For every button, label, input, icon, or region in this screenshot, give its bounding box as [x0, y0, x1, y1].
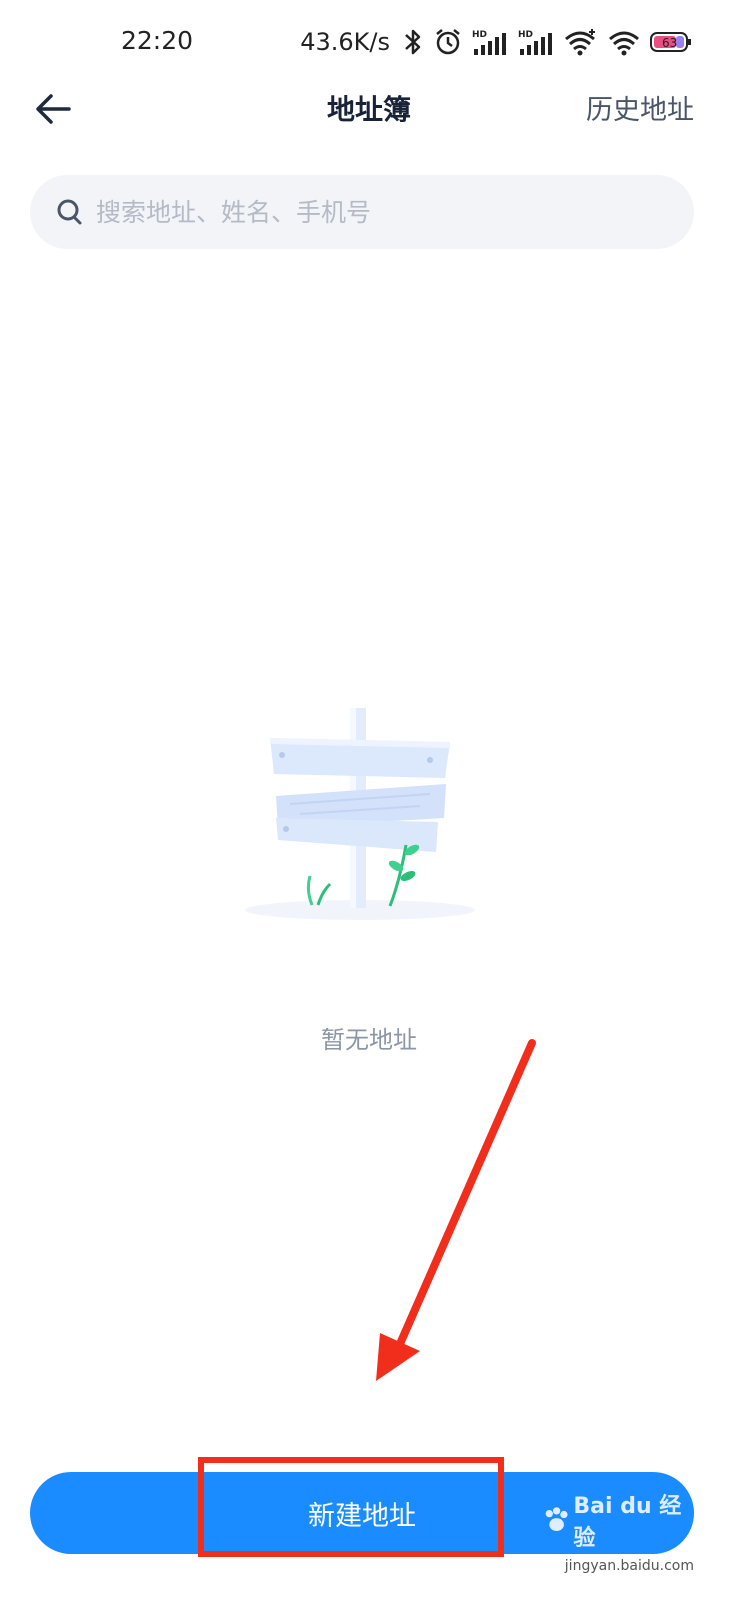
battery-icon: 63	[650, 32, 691, 52]
bluetooth-icon	[405, 29, 421, 55]
alarm-icon	[436, 29, 460, 55]
status-time: 22:20	[121, 26, 194, 55]
status-bar: 22:20 43.6K/s HD HD 63	[0, 0, 738, 80]
search-input[interactable]	[94, 196, 658, 228]
hd-signal-icon: HD	[472, 30, 506, 55]
battery-level: 63	[662, 36, 677, 50]
status-icons: 43.6K/s HD HD 63	[300, 24, 692, 60]
header: 地址簿 历史地址	[0, 80, 738, 170]
annotation-arrow	[376, 1039, 536, 1381]
watermark-url: jingyan.baidu.com	[564, 1558, 694, 1574]
hd-signal-icon: HD	[518, 30, 552, 55]
svg-text:HD: HD	[472, 30, 487, 40]
signpost-illustration	[240, 700, 480, 930]
svg-text:HD: HD	[518, 30, 533, 40]
watermark-brand: Bai du 经验	[573, 1494, 682, 1551]
history-address-link[interactable]: 历史地址	[586, 88, 694, 127]
wifi-icon	[609, 31, 639, 56]
paw-icon	[545, 1507, 568, 1531]
baidu-jingyan-watermark: Bai du 经验	[542, 1494, 692, 1551]
wifi-plus-icon	[565, 29, 595, 56]
network-speed: 43.6K/s	[300, 28, 390, 56]
search-icon	[54, 196, 86, 228]
search-bar[interactable]	[30, 175, 694, 249]
